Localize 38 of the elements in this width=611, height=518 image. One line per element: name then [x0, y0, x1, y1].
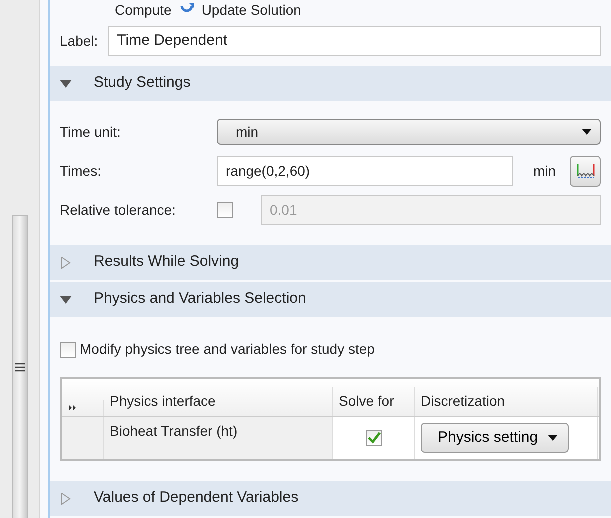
label-field[interactable]: Time Dependent — [108, 26, 601, 56]
collapse-arrow-icon — [60, 80, 72, 88]
collapse-arrow-icon — [60, 296, 72, 304]
discretization-dropdown[interactable]: Physics setting — [421, 423, 570, 453]
section-header[interactable]: Results While Solving — [50, 245, 611, 280]
scrollbar-thumb[interactable] — [12, 215, 28, 518]
range-button[interactable] — [570, 156, 601, 186]
section-title: Results While Solving — [94, 252, 240, 272]
double-arrow-icon — [68, 404, 78, 412]
expand-arrow-icon — [60, 492, 72, 504]
table-cell: Bioheat Transfer (ht) — [104, 417, 333, 459]
action-link[interactable]: Update Solution — [202, 0, 302, 20]
section-header[interactable]: Study Settings — [50, 66, 611, 101]
column-header: Solve for — [333, 387, 415, 416]
checkbox[interactable] — [60, 342, 76, 358]
time-unit-dropdown[interactable]: min — [217, 119, 601, 145]
checkbox-label: Modify physics tree and variables for study step — [80, 340, 375, 359]
check-icon — [366, 432, 380, 444]
field-label: Time unit: — [60, 122, 122, 142]
column-header: Discretization — [415, 387, 598, 416]
caret-icon — [548, 435, 558, 441]
field-label: Relative tolerance: — [60, 200, 177, 220]
column-header: Physics interface — [104, 387, 333, 416]
section-title: Study Settings — [94, 73, 191, 94]
field-label: Label: — [60, 32, 98, 50]
section-title: Values of Dependent Variables — [94, 488, 299, 508]
grip-icon — [14, 362, 24, 372]
action-link[interactable]: Compute — [115, 0, 172, 20]
unit-label: min — [533, 162, 556, 180]
section-header[interactable]: Values of Dependent Variables — [50, 481, 611, 516]
field-label: Times: — [60, 162, 102, 180]
section-title: Physics and Variables Selection — [94, 289, 306, 310]
checkbox[interactable] — [366, 430, 382, 446]
range-icon — [576, 163, 594, 179]
expand-arrow-icon — [60, 256, 72, 268]
times-field[interactable]: range(0,2,60) — [217, 156, 513, 186]
caret-icon — [582, 129, 592, 135]
section-header[interactable]: Physics and Variables Selection — [50, 282, 611, 317]
